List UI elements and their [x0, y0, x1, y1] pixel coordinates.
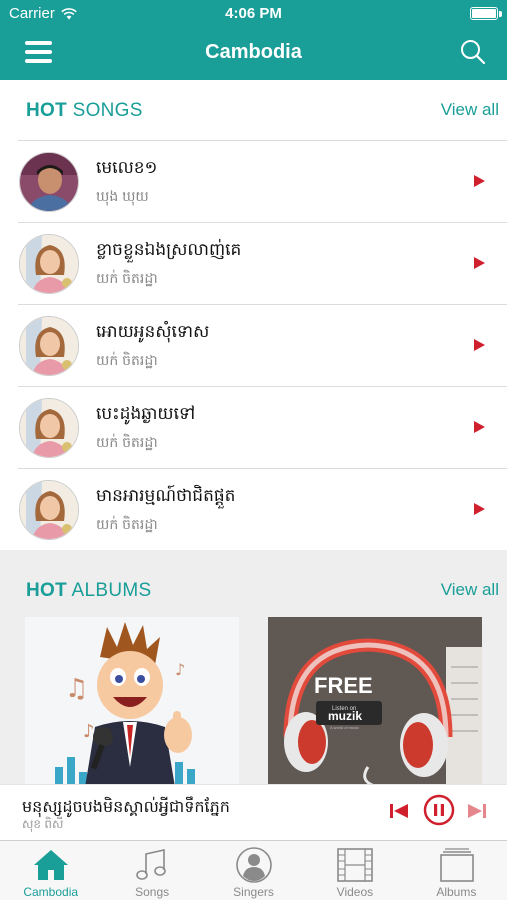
- album-tagline-text: A world of music: [330, 725, 359, 730]
- app-header: Carrier 4:06 PM Cambodia: [0, 0, 507, 80]
- singer-avatar-woman: [19, 480, 79, 540]
- tab-albums[interactable]: Albums: [406, 841, 507, 900]
- song-row[interactable]: អោយអូនសុំទោស យក់ ចិតរដ្ឋា: [18, 304, 507, 386]
- singer-avatar-woman: [19, 234, 79, 294]
- song-artist: យក់ ចិតរដ្ឋា: [96, 270, 158, 286]
- album-stack-icon: [440, 848, 475, 882]
- svg-text:♪: ♪: [175, 660, 185, 679]
- page-title: Cambodia: [205, 41, 302, 63]
- singer-avatar-icon: [235, 847, 272, 883]
- play-icon[interactable]: [474, 175, 485, 187]
- tab-label: Cambodia: [23, 885, 79, 899]
- song-artist: ឃុង ឃុយ: [96, 188, 149, 204]
- album-cover-cartoon-singer[interactable]: ♫ ♪ ♪: [25, 617, 239, 787]
- tab-label: Albums: [436, 885, 477, 899]
- hot-songs-title: HOT SONGS: [26, 100, 143, 121]
- tab-songs[interactable]: Songs: [101, 841, 202, 900]
- svg-text:♫: ♫: [65, 674, 88, 704]
- previous-track-icon[interactable]: [388, 803, 410, 819]
- now-playing-bar[interactable]: មនុស្សដូចបងមិនស្គាល់អ្វីជាទឹកភ្នែក សុខ ព…: [0, 784, 507, 840]
- now-playing-artist: សុខ ពិសី: [22, 817, 64, 831]
- tab-singers[interactable]: Singers: [203, 841, 304, 900]
- hot-albums-header: HOT ALBUMS View all: [0, 560, 507, 620]
- album-cover-free-muzik[interactable]: FREE Listen on muzik A world of music: [268, 617, 482, 787]
- singer-avatar-man: [19, 152, 79, 212]
- song-row[interactable]: ខ្លាចខ្លួនឯងស្រលាញ់គេ យក់ ចិតរដ្ឋា: [18, 222, 507, 304]
- play-icon[interactable]: [474, 257, 485, 269]
- hot-songs-list: មេលេខ១ ឃុង ឃុយ ខ្លាចខ្លួនឯងស្រលាញ់គេ យក់…: [0, 140, 507, 550]
- play-icon[interactable]: [474, 421, 485, 433]
- pause-icon[interactable]: [423, 794, 455, 826]
- next-track-icon[interactable]: [466, 803, 488, 819]
- tab-label: Singers: [233, 885, 274, 899]
- hot-albums-title: HOT ALBUMS: [26, 580, 152, 601]
- hot-songs-view-all[interactable]: View all: [441, 100, 499, 120]
- status-time: 4:06 PM: [225, 5, 282, 22]
- hot-albums-view-all[interactable]: View all: [441, 580, 499, 600]
- song-artist: យក់ ចិតរដ្ឋា: [96, 434, 158, 450]
- tab-cambodia[interactable]: Cambodia: [0, 841, 101, 900]
- film-strip-icon: [337, 848, 373, 882]
- tab-label: Videos: [336, 885, 374, 899]
- play-icon[interactable]: [474, 503, 485, 515]
- home-icon: [33, 850, 68, 880]
- song-artist: យក់ ចិតរដ្ឋា: [96, 352, 158, 368]
- song-title: អោយអូនសុំទោស: [96, 322, 210, 341]
- song-title: មានអារម្មណ៍ថាជិតផ្តួត: [96, 486, 236, 505]
- svg-text:♪: ♪: [83, 721, 95, 742]
- play-icon[interactable]: [474, 339, 485, 351]
- song-row[interactable]: មេលេខ១ ឃុង ឃុយ: [18, 140, 507, 222]
- song-title: បេះដូងឆ្ងាយទៅ: [96, 404, 196, 423]
- app-root: Carrier 4:06 PM Cambodia HOT SONGS View …: [0, 0, 507, 900]
- battery-icon: [470, 7, 498, 20]
- music-note-icon: [136, 849, 166, 880]
- song-title: ខ្លាចខ្លួនឯងស្រលាញ់គេ: [96, 240, 242, 259]
- singer-avatar-woman: [19, 398, 79, 458]
- song-artist: យក់ ចិតរដ្ឋា: [96, 516, 158, 532]
- nav-bar: Cambodia: [0, 28, 507, 80]
- tab-bar: Cambodia Songs Singers Videos Albums: [0, 840, 507, 900]
- singer-avatar-woman: [19, 316, 79, 376]
- hot-songs-header: HOT SONGS View all: [0, 80, 507, 140]
- search-icon[interactable]: [459, 38, 487, 66]
- album-free-text: FREE: [314, 673, 373, 698]
- song-row[interactable]: មានអារម្មណ៍ថាជិតផ្តួត យក់ ចិតរដ្ឋា: [18, 468, 507, 550]
- song-row[interactable]: បេះដូងឆ្ងាយទៅ យក់ ចិតរដ្ឋា: [18, 386, 507, 468]
- tab-label: Songs: [135, 885, 170, 899]
- album-brand-text: muzik: [328, 709, 362, 723]
- tab-videos[interactable]: Videos: [304, 841, 405, 900]
- song-title: មេលេខ១: [96, 158, 158, 177]
- battery-tip: [499, 11, 502, 17]
- status-bar: Carrier 4:06 PM: [0, 0, 507, 28]
